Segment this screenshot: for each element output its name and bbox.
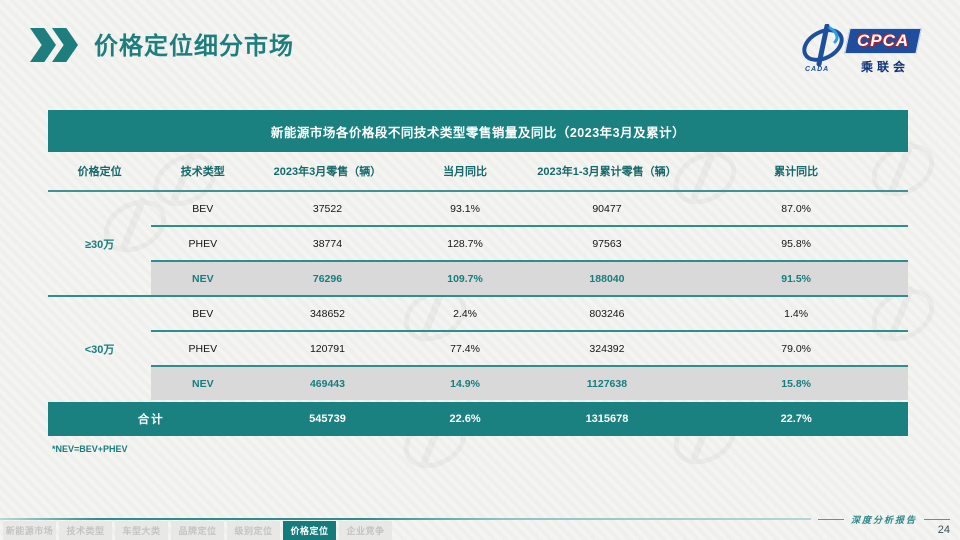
cell-value: 1127638 [530, 367, 685, 400]
table-total-row: 合计 545739 22.6% 1315678 22.7% [48, 402, 908, 436]
cell-value: 22.6% [401, 402, 530, 436]
col-header: 技术类型 [151, 152, 254, 190]
cell-value: 188040 [530, 262, 685, 295]
tech-type: PHEV [151, 332, 254, 365]
cell-value: 38774 [254, 227, 400, 260]
tab-model-class[interactable]: 车型大类 [115, 521, 168, 540]
cell-value: 90477 [530, 192, 685, 225]
table-row: BEV 348652 2.4% 803246 1.4% [151, 297, 908, 330]
tab-price-position[interactable]: 价格定位 [283, 521, 336, 540]
cell-value: 93.1% [401, 192, 530, 225]
page-number: 24 [938, 524, 950, 536]
cpca-label: CPCA [857, 31, 909, 51]
tech-type: NEV [151, 367, 254, 400]
total-label: 合计 [48, 402, 254, 436]
cell-value: 14.9% [401, 367, 530, 400]
tech-type: BEV [151, 192, 254, 225]
dash-line [924, 519, 950, 520]
table-row: PHEV 38774 128.7% 97563 95.8% [151, 225, 908, 260]
cell-value: 77.4% [401, 332, 530, 365]
cada-label: CADA [805, 66, 829, 73]
cell-value: 22.7% [684, 402, 908, 436]
report-label: 深度分析报告 [851, 513, 917, 526]
table-row: BEV 37522 93.1% 90477 87.0% [151, 192, 908, 225]
cell-value: 1315678 [530, 402, 685, 436]
org-cn-label: 乘联会 [849, 58, 921, 75]
cell-value: 91.5% [684, 262, 908, 295]
slide: 价格定位细分市场 CADA CPCA 乘联会 新能源市场各价格段不同技术类型零售… [0, 0, 960, 540]
cell-value: 469443 [254, 367, 400, 400]
cell-value: 120791 [254, 332, 400, 365]
cell-value: 324392 [530, 332, 685, 365]
cell-value: 37522 [254, 192, 400, 225]
tech-type: BEV [151, 297, 254, 330]
table-footnote: *NEV=BEV+PHEV [48, 444, 908, 454]
slide-header: 价格定位细分市场 CADA CPCA 乘联会 [30, 24, 930, 76]
page-title: 价格定位细分市场 [94, 26, 294, 61]
cell-value: 97563 [530, 227, 685, 260]
cell-value: 95.8% [684, 227, 908, 260]
chevron-right-icon [30, 28, 82, 62]
tech-type: NEV [151, 262, 254, 295]
table-row-nev: NEV 76296 109.7% 188040 91.5% [151, 260, 908, 295]
tab-tech-type[interactable]: 技术类型 [59, 521, 112, 540]
table-header-row: 价格定位 技术类型 2023年3月零售（辆） 当月同比 2023年1-3月累计零… [48, 152, 908, 192]
cell-value: 2.4% [401, 297, 530, 330]
tech-type: PHEV [151, 227, 254, 260]
section-tabs: 新能源市场 技术类型 车型大类 品牌定位 级别定位 价格定位 企业竞争 [3, 521, 392, 540]
cpca-badge: CPCA [844, 28, 922, 54]
table-title: 新能源市场各价格段不同技术类型零售销量及同比（2023年3月及累计） [48, 110, 908, 152]
cell-value: 1.4% [684, 297, 908, 330]
tab-nev-market[interactable]: 新能源市场 [3, 521, 56, 540]
cpca-logo: CADA CPCA 乘联会 [797, 18, 922, 80]
price-group-label: ≥30万 [48, 192, 151, 295]
tab-level-position[interactable]: 级别定位 [227, 521, 280, 540]
cell-value: 76296 [254, 262, 400, 295]
cell-value: 128.7% [401, 227, 530, 260]
col-header: 价格定位 [48, 152, 151, 190]
cell-value: 109.7% [401, 262, 530, 295]
price-group-label: <30万 [48, 297, 151, 400]
tab-competition[interactable]: 企业竞争 [339, 521, 392, 540]
cell-value: 87.0% [684, 192, 908, 225]
cell-value: 79.0% [684, 332, 908, 365]
table-row-nev: NEV 469443 14.9% 1127638 15.8% [151, 365, 908, 400]
col-header: 2023年3月零售（辆） [254, 152, 400, 190]
col-header: 累计同比 [684, 152, 908, 190]
tab-brand-position[interactable]: 品牌定位 [171, 521, 224, 540]
cada-swirl-icon [797, 24, 849, 66]
cell-value: 15.8% [684, 367, 908, 400]
col-header: 当月同比 [401, 152, 530, 190]
cell-value: 348652 [254, 297, 400, 330]
price-group-ge30: ≥30万 BEV 37522 93.1% 90477 87.0% PHEV 38… [48, 192, 908, 297]
col-header: 2023年1-3月累计零售（辆） [530, 152, 685, 190]
table-row: PHEV 120791 77.4% 324392 79.0% [151, 330, 908, 365]
price-segment-table: 新能源市场各价格段不同技术类型零售销量及同比（2023年3月及累计） 价格定位 … [48, 110, 908, 454]
cell-value: 545739 [254, 402, 400, 436]
dash-line [818, 519, 844, 520]
cell-value: 803246 [530, 297, 685, 330]
price-group-lt30: <30万 BEV 348652 2.4% 803246 1.4% PHEV 12… [48, 297, 908, 400]
